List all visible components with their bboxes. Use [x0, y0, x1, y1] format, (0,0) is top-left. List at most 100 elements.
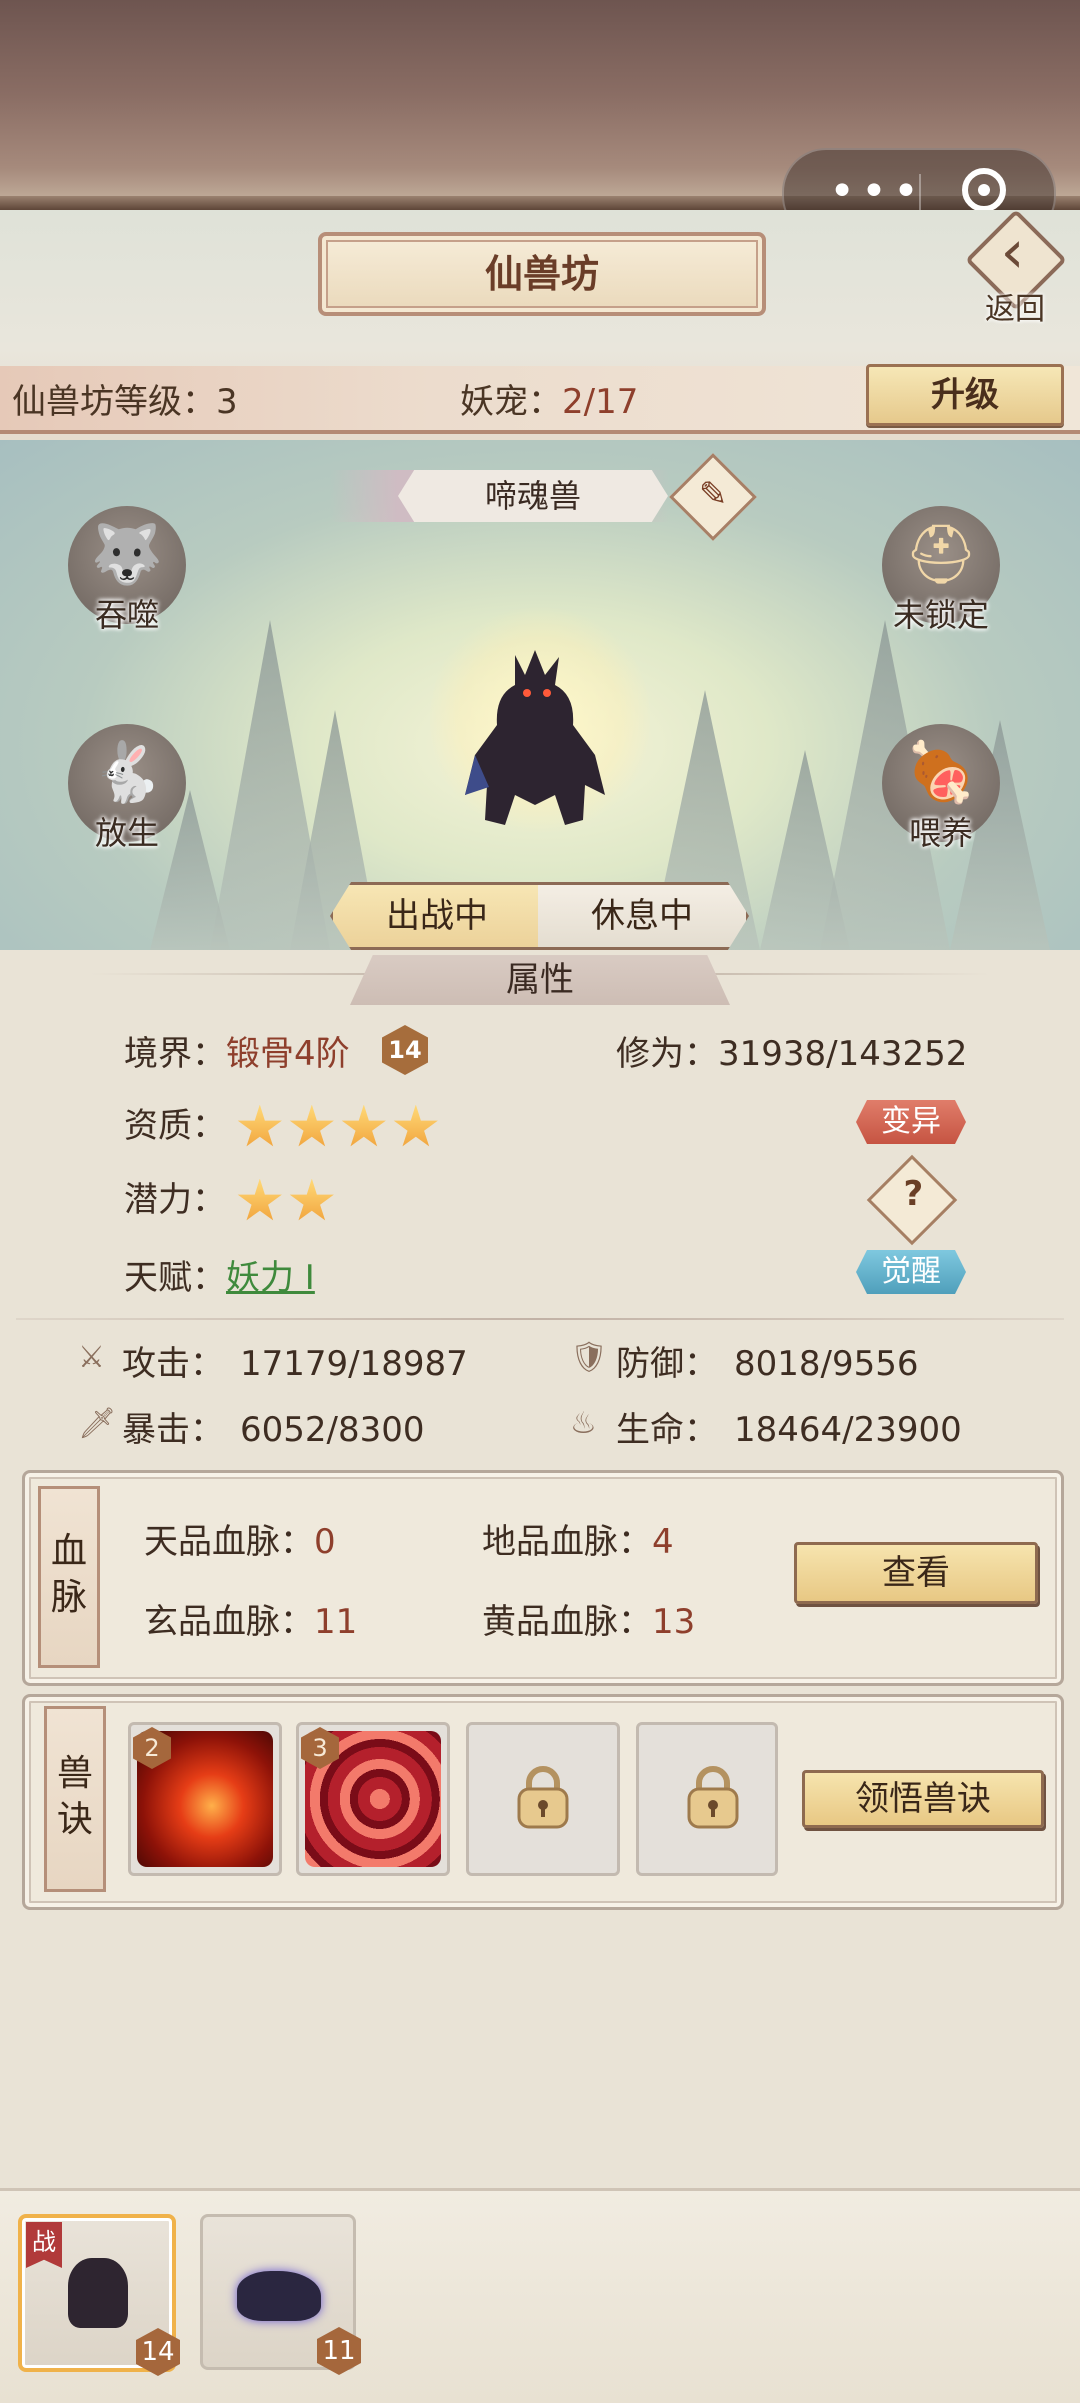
yellow-bloodline: 黄品血脉：13 [482, 1594, 695, 1643]
lock-toggle-button[interactable]: ⛑ 未锁定 [882, 506, 1000, 634]
bloodline-tab-label: 血脉 [51, 1531, 88, 1618]
earth-bloodline-value: 4 [652, 1522, 674, 1562]
mystic-bloodline-value: 11 [314, 1602, 358, 1642]
defense-value: 8018/9556 [734, 1344, 919, 1384]
potential-label: 潜力： [124, 1180, 226, 1220]
tab-resting[interactable]: 休息中 [538, 882, 749, 950]
mystic-bloodline-label: 玄品血脉： [144, 1602, 314, 1642]
skill-slot-2[interactable]: 3 [296, 1722, 450, 1876]
yellow-bloodline-label: 黄品血脉： [482, 1602, 652, 1642]
heaven-bloodline: 天品血脉：0 [144, 1514, 336, 1563]
pet-card-2[interactable]: 11 [200, 2214, 361, 2375]
mystic-bloodline: 玄品血脉：11 [144, 1594, 357, 1643]
pet-thumbnail [68, 2258, 128, 2328]
battle-tag: 战 [26, 2222, 62, 2268]
earth-bloodline-label: 地品血脉： [482, 1522, 652, 1562]
star-icon [393, 1104, 438, 1147]
learn-skill-button[interactable]: 领悟兽诀 [802, 1770, 1044, 1828]
help-button[interactable]: ? [866, 1154, 958, 1246]
realm-label: 境界： [124, 1034, 226, 1074]
mountain-decor [760, 750, 850, 950]
view-bloodline-button[interactable]: 查看 [794, 1542, 1038, 1604]
potential-stars [237, 1178, 341, 1221]
defense-label: 防御： [616, 1344, 718, 1384]
pet-name: 啼魂兽 [398, 470, 668, 522]
lock-icon [517, 1766, 569, 1829]
workshop-level-value: 3 [216, 382, 238, 422]
hp-row: 生命： 18464/23900 [616, 1402, 962, 1451]
crit-value: 6052/8300 [240, 1410, 425, 1450]
star-icon [237, 1178, 282, 1221]
devour-button[interactable]: 🐺 吞噬 [68, 506, 186, 634]
back-button[interactable]: 返回 [960, 209, 1070, 330]
aptitude-stars [237, 1104, 445, 1147]
feed-label: 喂养 [908, 814, 973, 852]
talent-label: 天赋： [124, 1258, 226, 1298]
feed-button[interactable]: 🍖 喂养 [882, 724, 1000, 852]
defense-icon: 🛡 [570, 1340, 609, 1375]
pet-count-value: 2/17 [562, 382, 639, 422]
close-target-icon[interactable] [962, 168, 1006, 212]
crit-icon: 🗡 [78, 1406, 117, 1441]
attributes-title: 属性 [350, 955, 730, 1005]
crit-label: 暴击： [122, 1410, 224, 1450]
lock-label: 未锁定 [892, 596, 989, 634]
upgrade-button[interactable]: 升级 [866, 364, 1064, 426]
potential-row: 潜力： [124, 1172, 341, 1225]
heaven-bloodline-value: 0 [314, 1522, 336, 1562]
defense-row: 防御： 8018/9556 [616, 1336, 919, 1385]
awaken-button[interactable]: 觉醒 [856, 1250, 966, 1294]
pet-thumbnail [237, 2271, 321, 2321]
talent-row: 天赋：妖力 I [124, 1250, 315, 1299]
realm-level-badge: 14 [382, 1025, 428, 1075]
release-label: 放生 [94, 814, 159, 852]
lock-icon [687, 1766, 739, 1829]
devour-label: 吞噬 [94, 596, 159, 634]
page-title: 仙兽坊 [318, 232, 766, 316]
hp-value: 18464/23900 [734, 1410, 962, 1450]
tab-in-battle[interactable]: 出战中 [330, 882, 541, 950]
mutate-button[interactable]: 变异 [856, 1100, 966, 1144]
realm-row: 境界：锻骨4阶 [124, 1026, 350, 1075]
bloodline-tab: 血脉 [38, 1486, 100, 1668]
skill-slot-3[interactable] [466, 1722, 620, 1876]
aptitude-row: 资质： [124, 1098, 445, 1151]
yellow-bloodline-value: 13 [652, 1602, 696, 1642]
attack-value: 17179/18987 [240, 1344, 468, 1384]
cultivation-label: 修为： [616, 1034, 718, 1074]
helmet-icon: ⛑ [904, 520, 978, 588]
hp-label: 生命： [616, 1410, 718, 1450]
wolf-head-icon: 🐺 [90, 520, 164, 588]
talent-link[interactable]: 妖力 I [226, 1258, 315, 1298]
pet-monster-image [465, 650, 605, 825]
skill-slot-4[interactable] [636, 1722, 778, 1876]
meat-icon: 🍖 [904, 738, 978, 806]
capsule-divider [919, 174, 921, 214]
skills-tab: 兽诀 [44, 1706, 106, 1892]
workshop-level: 仙兽坊等级：3 [12, 374, 238, 423]
realm-value: 锻骨4阶 [226, 1034, 350, 1074]
hp-icon: ♨ [570, 1406, 597, 1441]
crit-row: 暴击： 6052/8300 [122, 1402, 425, 1451]
aptitude-label: 资质： [124, 1106, 226, 1146]
rabbit-icon: 🐇 [90, 738, 164, 806]
pet-level-badge: 14 [136, 2328, 180, 2376]
cultivation-value: 31938/143252 [718, 1034, 968, 1074]
pet-count: 妖宠：2/17 [460, 374, 638, 423]
skill-slot-1[interactable]: 2 [128, 1722, 282, 1876]
cultivation-row: 修为：31938/143252 [616, 1026, 967, 1075]
pet-card-1[interactable]: 战 14 [18, 2214, 180, 2376]
attack-row: 攻击： 17179/18987 [122, 1336, 468, 1385]
star-icon [341, 1104, 386, 1147]
star-icon [289, 1178, 334, 1221]
help-icon: ? [903, 1174, 924, 1215]
attack-label: 攻击： [122, 1344, 224, 1384]
workshop-level-label: 仙兽坊等级： [12, 382, 216, 422]
star-icon [289, 1104, 334, 1147]
skills-tab-label: 兽诀 [57, 1753, 94, 1840]
star-icon [237, 1104, 282, 1147]
pet-count-label: 妖宠： [460, 382, 562, 422]
earth-bloodline: 地品血脉：4 [482, 1514, 674, 1563]
back-label: 返回 [985, 292, 1045, 327]
release-button[interactable]: 🐇 放生 [68, 724, 186, 852]
